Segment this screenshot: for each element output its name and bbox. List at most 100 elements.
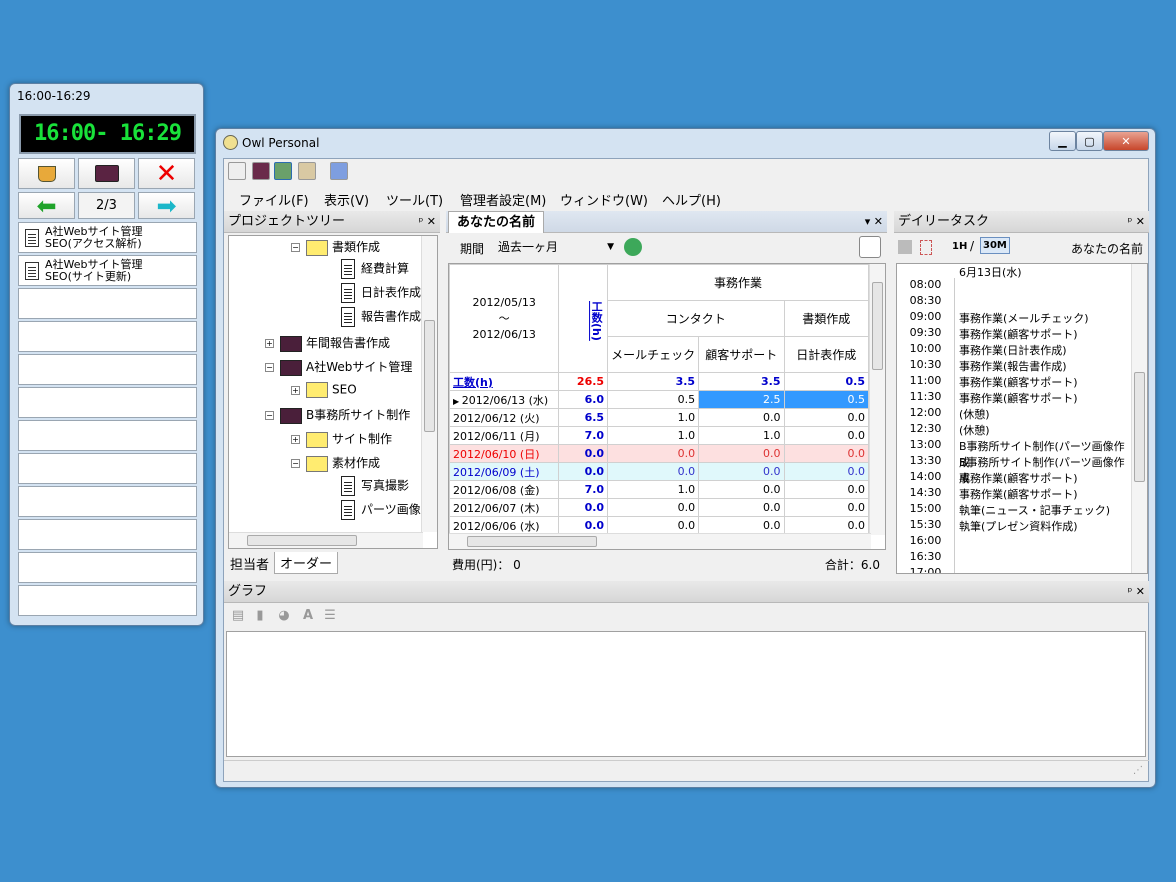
empty-slot[interactable] bbox=[18, 387, 197, 418]
task-slot[interactable]: A社Webサイト管理 SEO(サイト更新) bbox=[18, 255, 197, 286]
daily-task-row[interactable]: 16:30 bbox=[897, 550, 1133, 566]
empty-slot[interactable] bbox=[18, 453, 197, 484]
table-row[interactable]: 2012/06/10 (日) 0.0 0.0 0.0 0.0 bbox=[449, 444, 869, 463]
graph-copy-icon[interactable]: ▤ bbox=[230, 608, 246, 624]
daily-task-row[interactable]: 14:30 事務作業(顧客サポート) bbox=[897, 486, 1133, 502]
daily-task-row[interactable]: 08:30 bbox=[897, 294, 1133, 310]
minimize-button[interactable]: ▁ bbox=[1049, 131, 1076, 151]
briefcase-tool-icon[interactable] bbox=[252, 162, 270, 180]
daily-task-row[interactable]: 13:00 B事務所サイト制作(パーツ画像作成 bbox=[897, 438, 1133, 469]
tree-node[interactable]: 日計表作成 bbox=[341, 283, 421, 303]
pin-close-icon[interactable]: ᵖ ✕ bbox=[1128, 211, 1145, 232]
bar-chart-icon[interactable]: ▮ bbox=[252, 608, 268, 624]
list-icon[interactable]: ☰ bbox=[322, 608, 338, 624]
task-slot[interactable]: A社Webサイト管理 SEO(アクセス解析) bbox=[18, 222, 197, 253]
tree-hscroll[interactable] bbox=[229, 532, 423, 548]
daily-task-row[interactable]: 15:30 執筆(プレゼン資料作成) bbox=[897, 518, 1133, 534]
pin-close-icon[interactable]: ᵖ ✕ bbox=[1128, 581, 1145, 602]
daily-task-row[interactable]: 16:00 bbox=[897, 534, 1133, 550]
prev-page-button[interactable]: ⬅ bbox=[18, 192, 75, 219]
daily-task-row[interactable]: 12:00 (休憩) bbox=[897, 406, 1133, 422]
resize-grip-icon[interactable]: ⋰ bbox=[1133, 765, 1143, 776]
tree-vscroll[interactable] bbox=[421, 236, 437, 532]
tree-node[interactable]: − 素材作成 bbox=[291, 454, 380, 472]
alarm-icon[interactable] bbox=[859, 236, 881, 258]
grid-vscroll[interactable] bbox=[869, 264, 885, 535]
menu-admin[interactable]: 管理者設定(M) bbox=[460, 190, 546, 209]
daily-task-row[interactable]: 10:30 事務作業(報告書作成) bbox=[897, 358, 1133, 374]
empty-slot[interactable] bbox=[18, 585, 197, 616]
subgroup-header-contact: コンタクト bbox=[607, 300, 785, 337]
table-row[interactable]: ▶ 2012/06/13 (水) 6.0 0.5 2.5 0.5 bbox=[449, 390, 869, 409]
empty-slot[interactable] bbox=[18, 486, 197, 517]
table-row[interactable]: 2012/06/08 (金) 7.0 1.0 0.0 0.0 bbox=[449, 480, 869, 499]
tree-node[interactable]: − 書類作成 bbox=[291, 238, 380, 256]
export-icon[interactable] bbox=[920, 240, 932, 255]
daily-task-row[interactable]: 14:00 事務作業(顧客サポート) bbox=[897, 470, 1133, 486]
dropdown-close-icon[interactable]: ▾ ✕ bbox=[865, 211, 883, 232]
empty-slot[interactable] bbox=[18, 321, 197, 352]
refresh-icon[interactable] bbox=[624, 238, 642, 256]
print-icon[interactable] bbox=[228, 162, 246, 180]
daily-task-row[interactable]: 15:00 執筆(ニュース・記事チェック) bbox=[897, 502, 1133, 518]
tree-node[interactable]: パーツ画像 bbox=[341, 500, 421, 520]
daily-task-row[interactable]: 17:00 bbox=[897, 566, 1133, 573]
tree-node[interactable]: + 年間報告書作成 bbox=[265, 334, 390, 352]
pie-chart-icon[interactable]: ◕ bbox=[276, 608, 292, 624]
check-tool-icon[interactable] bbox=[274, 162, 292, 180]
tab-assignee[interactable]: 担当者 bbox=[230, 554, 269, 573]
edit-tool-icon[interactable] bbox=[298, 162, 316, 180]
daily-task-row[interactable]: 11:00 事務作業(顧客サポート) bbox=[897, 374, 1133, 390]
empty-slot[interactable] bbox=[18, 288, 197, 319]
chart-tool-icon[interactable] bbox=[330, 162, 348, 180]
daily-task-row[interactable]: 09:00 事務作業(メールチェック) bbox=[897, 310, 1133, 326]
col-header: 日計表作成 bbox=[783, 336, 869, 373]
tree-node[interactable]: + SEO bbox=[291, 382, 357, 398]
table-row[interactable]: 2012/06/09 (土) 0.0 0.0 0.0 0.0 bbox=[449, 462, 869, 481]
tab-order[interactable]: オーダー bbox=[274, 552, 339, 574]
menu-file[interactable]: ファイル(F) bbox=[239, 190, 309, 209]
daily-task-row[interactable]: 10:00 事務作業(日計表作成) bbox=[897, 342, 1133, 358]
empty-slot[interactable] bbox=[18, 420, 197, 451]
menu-help[interactable]: ヘルプ(H) bbox=[662, 190, 721, 209]
table-row[interactable]: 2012/06/06 (水) 0.0 0.0 0.0 0.0 bbox=[449, 516, 869, 535]
menu-view[interactable]: 表示(V) bbox=[324, 190, 369, 209]
interval-30m-button[interactable]: 30M bbox=[980, 237, 1010, 254]
tree-node[interactable]: 報告書作成 bbox=[341, 307, 421, 327]
close-button[interactable]: ✕ bbox=[1103, 131, 1149, 151]
menu-window[interactable]: ウィンドウ(W) bbox=[560, 190, 648, 209]
maximize-button[interactable]: ▢ bbox=[1076, 131, 1103, 151]
tree-node[interactable]: + サイト制作 bbox=[291, 430, 392, 448]
tab-your-name[interactable]: あなたの名前 bbox=[448, 211, 545, 233]
grid-hscroll[interactable] bbox=[449, 533, 871, 549]
tree-node[interactable]: − B事務所サイト制作 bbox=[265, 406, 410, 424]
daily-task-row[interactable]: 13:30 B事務所サイト制作(パーツ画像作成 bbox=[897, 454, 1133, 485]
daily-task-row[interactable]: 08:00 bbox=[897, 278, 1133, 294]
menu-tools[interactable]: ツール(T) bbox=[386, 190, 443, 209]
daily-vscroll[interactable] bbox=[1131, 264, 1147, 573]
table-row[interactable]: 2012/06/12 (火) 6.5 1.0 0.0 0.0 bbox=[449, 408, 869, 427]
period-select[interactable]: 過去一ヶ月 ▼ bbox=[496, 238, 616, 258]
tree-tabs: 担当者 オーダー bbox=[228, 552, 438, 574]
font-icon[interactable]: A bbox=[300, 608, 316, 624]
empty-slot[interactable] bbox=[18, 354, 197, 385]
daily-task-row[interactable]: 12:30 (休憩) bbox=[897, 422, 1133, 438]
table-row[interactable]: 2012/06/11 (月) 7.0 1.0 1.0 0.0 bbox=[449, 426, 869, 445]
empty-slot[interactable] bbox=[18, 552, 197, 583]
tree-node[interactable]: − A社Webサイト管理 bbox=[265, 358, 412, 376]
table-row[interactable]: 2012/06/07 (木) 0.0 0.0 0.0 0.0 bbox=[449, 498, 869, 517]
pin-close-icon[interactable]: ᵖ ✕ bbox=[419, 211, 436, 232]
tree-node[interactable]: 写真撮影 bbox=[341, 476, 409, 496]
next-page-button[interactable]: ➡ bbox=[138, 192, 195, 219]
daily-task-row[interactable]: 09:30 事務作業(顧客サポート) bbox=[897, 326, 1133, 342]
hours-col-header[interactable]: 工数(h) bbox=[558, 264, 609, 373]
briefcase-button[interactable] bbox=[78, 158, 135, 189]
save-icon[interactable] bbox=[898, 240, 912, 254]
group-header: 事務作業 bbox=[607, 264, 869, 301]
empty-slot[interactable] bbox=[18, 519, 197, 550]
coffee-button[interactable] bbox=[18, 158, 75, 189]
tree-node[interactable]: 経費計算 bbox=[341, 259, 409, 279]
daily-task-row[interactable]: 11:30 事務作業(顧客サポート) bbox=[897, 390, 1133, 406]
stop-button[interactable]: ✕ bbox=[138, 158, 195, 189]
interval-1h-button[interactable]: 1H bbox=[952, 241, 967, 252]
